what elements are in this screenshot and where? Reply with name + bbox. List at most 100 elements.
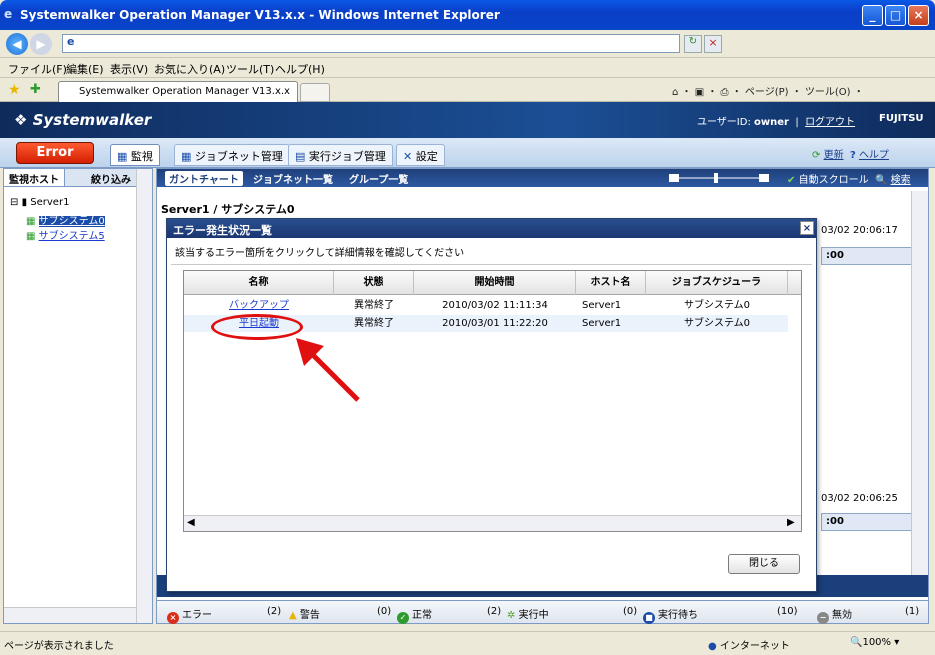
tree-item-subsystem0[interactable]: ▦ サブシステム0 [26, 212, 105, 227]
back-button[interactable]: ◀ [6, 33, 28, 55]
user-label: ユーザーID: [697, 117, 751, 128]
error-icon: × [167, 612, 179, 624]
refresh-link[interactable]: 更新 [824, 150, 844, 161]
autoscroll-toggle[interactable]: ✔ 自動スクロール 🔍 検索 [787, 171, 911, 186]
zoom-slider[interactable] [669, 173, 769, 183]
ie-toolbar-right[interactable]: ⌂ ・ ▣ ・ ⎙ ・ ページ(P) ・ ツール(O) ・ [672, 83, 864, 98]
menu-edit[interactable]: 編集(E) [66, 61, 104, 77]
left-scrollbar[interactable] [136, 169, 152, 623]
feeds-icon[interactable]: ▣ [695, 87, 704, 98]
status-running[interactable]: ✲ 実行中 [507, 606, 549, 621]
status-warning-label: 警告 [299, 610, 320, 621]
tab-settings-label: 設定 [415, 150, 438, 163]
dialog-title-bar: エラー発生状況一覧 [167, 219, 816, 238]
add-favorite-icon[interactable]: ✚ [30, 82, 41, 97]
dialog-close-icon[interactable]: × [800, 221, 814, 235]
tree-root[interactable]: ⊟ ▮ Server1 [10, 197, 69, 208]
job-link[interactable]: バックアップ [229, 300, 289, 311]
tab-monitored-hosts[interactable]: 監視ホスト [4, 169, 65, 186]
browser-tab-label: Systemwalker Operation Manager V13.x.x [79, 86, 290, 97]
status-waiting-label: 実行待ち [658, 610, 698, 621]
cell-name[interactable]: バックアップ [184, 297, 334, 314]
scroll-left-icon[interactable]: ◀ [187, 517, 195, 528]
col-status[interactable]: 状態 [334, 271, 414, 295]
col-start-time[interactable]: 開始時間 [414, 271, 576, 295]
zoom-icon: 🔍 [850, 637, 863, 648]
maximize-button[interactable]: □ [885, 5, 906, 26]
grid-hscrollbar[interactable]: ◀ ▶ [184, 515, 801, 531]
dialog-separator [171, 264, 812, 265]
menu-file[interactable]: ファイル(F) [8, 61, 67, 77]
cell-scheduler: サブシステム0 [683, 300, 751, 311]
print-icon[interactable]: ⎙ [721, 87, 729, 98]
tab-monitor[interactable]: ▦ 監視 [110, 144, 160, 166]
tree-item-subsystem5-link[interactable]: サブシステム5 [39, 231, 105, 242]
tree-item-subsystem0-link[interactable]: サブシステム0 [38, 216, 105, 227]
scroll-right-icon[interactable]: ▶ [787, 517, 795, 528]
tab-running-jobs[interactable]: ▤ 実行ジョブ管理 [288, 144, 393, 166]
tab-group-list[interactable]: グループ一覧 [349, 171, 408, 186]
main-scrollbar[interactable] [911, 191, 928, 595]
nav-row: Error ▦ 監視 ▦ ジョブネット管理 ▤ 実行ジョブ管理 ✕ 設定 ⟳ 更… [0, 138, 935, 168]
ie-zoom[interactable]: 🔍100% ▾ [850, 637, 899, 648]
running-jobs-icon: ▤ [295, 150, 306, 163]
search-link[interactable]: 検索 [891, 175, 911, 186]
search-icon[interactable]: 🔍 [875, 175, 887, 186]
forward-button[interactable]: ▶ [30, 33, 52, 55]
status-disabled[interactable]: − 無効 [817, 606, 852, 624]
tab-jobnet-label: ジョブネット管理 [194, 150, 283, 163]
tab-filter[interactable]: 絞り込み [86, 169, 137, 186]
status-waiting-count: (10) [777, 606, 798, 617]
bg-time-2: 03/02 20:06:25 [821, 493, 898, 504]
tree-item-subsystem5[interactable]: ▦ サブシステム5 [26, 227, 105, 242]
status-waiting[interactable]: ■ 実行待ち [643, 606, 698, 624]
table-row[interactable]: バックアップ 異常終了 2010/03/02 11:11:34 Server1 … [184, 297, 788, 314]
status-normal-label: 正常 [412, 610, 432, 621]
new-tab-button[interactable] [300, 83, 330, 102]
tab-jobnet-list[interactable]: ジョブネット一覧 [253, 171, 333, 186]
address-input[interactable]: e [62, 34, 680, 53]
status-error[interactable]: × エラー [167, 606, 212, 624]
bg-time-1: 03/02 20:06:17 [821, 225, 898, 236]
favorites-star-icon[interactable]: ★ [8, 82, 21, 98]
status-running-label: 実行中 [518, 610, 549, 621]
main-tabs: ガントチャート ジョブネット一覧 グループ一覧 ✔ 自動スクロール 🔍 検索 [157, 169, 928, 187]
subsystem-icon: ▦ [26, 231, 36, 242]
refresh-page-icon[interactable]: ↻ [684, 35, 702, 53]
tab-gantt[interactable]: ガントチャート [165, 171, 243, 186]
close-window-button[interactable]: × [908, 5, 929, 26]
logo-text: Systemwalker [32, 111, 152, 129]
menu-tools[interactable]: ツール(T) [226, 61, 274, 77]
status-normal[interactable]: ✓ 正常 [397, 606, 432, 624]
menu-bar: ファイル(F) 編集(E) 表示(V) お気に入り(A) ツール(T) ヘルプ(… [0, 58, 935, 78]
logout-link[interactable]: ログアウト [805, 117, 855, 128]
menu-favorites[interactable]: お気に入り(A) [154, 61, 225, 77]
menu-help[interactable]: ヘルプ(H) [275, 61, 325, 77]
status-warning[interactable]: ▲ 警告 [289, 606, 320, 621]
home-icon[interactable]: ⌂ [672, 87, 678, 98]
help-link[interactable]: ヘルプ [859, 150, 889, 161]
cell-scheduler: サブシステム0 [683, 318, 751, 329]
cell-host: Server1 [582, 300, 622, 311]
menu-view[interactable]: 表示(V) [110, 61, 148, 77]
stop-icon[interactable]: × [704, 35, 722, 53]
page-tools-label[interactable]: ページ(P) ・ ツール(O) ・ [745, 87, 864, 98]
col-host[interactable]: ホスト名 [576, 271, 646, 295]
check-icon: ✔ [787, 175, 796, 186]
error-status-dialog: エラー発生状況一覧 × 該当するエラー箇所をクリックして詳細情報を確認してくださ… [166, 218, 817, 592]
tab-monitor-label: 監視 [130, 150, 153, 163]
cell-start: 2010/03/01 11:22:20 [442, 318, 548, 329]
left-hscrollbar[interactable] [4, 607, 136, 623]
subsystem-icon: ▦ [26, 216, 36, 227]
user-name: owner [754, 117, 789, 128]
col-scheduler[interactable]: ジョブスケジューラ [646, 271, 788, 295]
cell-start: 2010/03/02 11:11:34 [442, 300, 548, 311]
collapse-icon[interactable]: ⊟ [10, 197, 18, 208]
close-button[interactable]: 閉じる [728, 554, 800, 574]
browser-tab[interactable]: Systemwalker Operation Manager V13.x.x [58, 81, 298, 102]
col-name[interactable]: 名称 [184, 271, 334, 295]
minimize-button[interactable]: _ [862, 5, 883, 26]
error-button[interactable]: Error [16, 142, 94, 164]
tab-jobnet-management[interactable]: ▦ ジョブネット管理 [174, 144, 290, 166]
tab-settings[interactable]: ✕ 設定 [396, 144, 445, 166]
